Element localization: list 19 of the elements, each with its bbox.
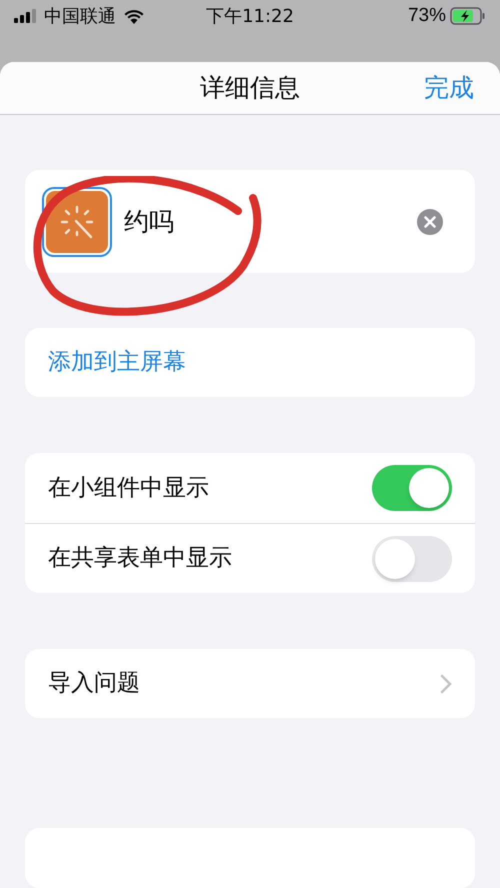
- toggle-label: 在共享表单中显示: [48, 544, 233, 574]
- toggle-switch[interactable]: [372, 536, 452, 582]
- shortcut-name[interactable]: 约吗: [124, 202, 417, 240]
- signal-icon: [14, 9, 36, 23]
- wifi-icon: [124, 8, 144, 24]
- battery-percent: 73%: [408, 4, 446, 28]
- toggle-label: 在小组件中显示: [48, 474, 210, 503]
- status-time: 下午11:22: [206, 4, 294, 28]
- done-button[interactable]: 完成: [424, 69, 474, 107]
- add-to-home-button[interactable]: 添加到主屏幕: [25, 328, 475, 397]
- toggle-switch[interactable]: [372, 465, 452, 511]
- battery-charging-icon: [450, 7, 486, 25]
- import-questions-row[interactable]: 导入问题: [25, 649, 475, 718]
- shortcut-icon[interactable]: [42, 186, 112, 256]
- magic-wand-icon: [59, 204, 95, 240]
- carrier-name: 中国联通: [44, 4, 116, 28]
- sheet-title: 详细信息: [200, 72, 300, 104]
- clear-icon[interactable]: [417, 208, 443, 234]
- chevron-right-icon: [440, 674, 452, 694]
